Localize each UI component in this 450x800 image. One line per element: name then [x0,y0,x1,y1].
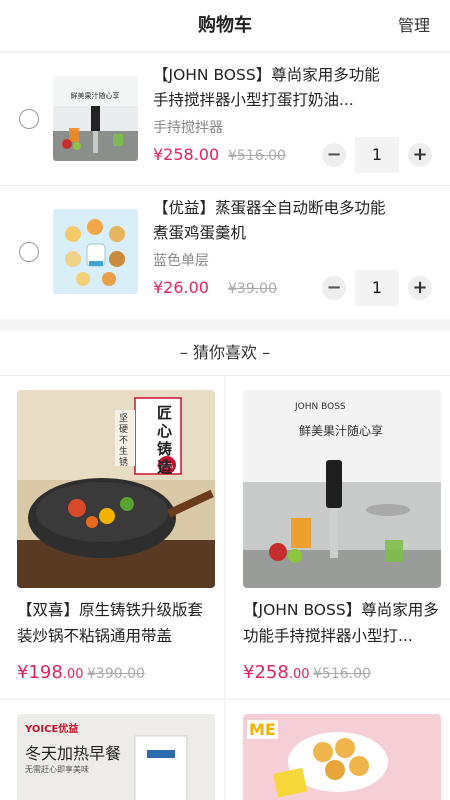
quantity-stepper: − 1 + [322,137,432,173]
item-price: ¥258.00 [153,145,220,164]
image-caption-main: 鲜美果汁随心享 [299,424,384,438]
manage-button[interactable]: 管理 [398,0,430,52]
item-spec[interactable]: 蓝色单层 [153,250,209,270]
product-price: ¥258.00 [243,662,310,683]
recommend-title: – 猜你喜欢 – [0,330,450,376]
product-card[interactable]: YOICE优益 冬天加热早餐 无需赶心即享美味 [0,700,224,800]
select-radio[interactable] [19,242,39,262]
product-price: ¥198.00 [17,662,84,683]
brand-logo: YOICE优益 [25,724,79,735]
decrease-button[interactable]: − [322,276,346,300]
quantity-input[interactable]: 1 [355,270,399,306]
item-spec[interactable]: 手持搅拌器 [153,117,223,137]
item-price: ¥26.00 [153,278,209,297]
decrease-button[interactable]: − [322,143,346,167]
product-card[interactable]: 新品 匠心铸造 坚硬不生锈 【双喜】原生铸铁升级版套装炒锅不粘锅通用带盖 ¥19… [0,376,224,698]
svg-text:鲜美果汁随心享: 鲜美果汁随心享 [71,91,120,100]
item-title[interactable]: 【优益】蒸蛋器全自动断电多功能煮蛋鸡蛋羹机 [153,196,393,246]
item-title[interactable]: 【JOHN BOSS】尊尚家用多功能手持搅拌器小型打蛋打奶油... [153,63,393,113]
cart-item[interactable]: 鲜美果汁随心享 【JOHN BOSS】尊尚家用多功能手持搅拌器小型打蛋打奶油..… [0,53,450,186]
product-image[interactable]: JOHN BOSS 鲜美果汁随心享 [243,390,441,588]
app: 购物车 管理 鲜美果汁随心享 【JOHN BOSS】尊尚家用多功能手持搅拌器小型… [0,0,450,800]
cart-list: 鲜美果汁随心享 【JOHN BOSS】尊尚家用多功能手持搅拌器小型打蛋打奶油..… [0,53,450,319]
product-image[interactable]: 新品 匠心铸造 坚硬不生锈 [17,390,215,588]
image-caption-sub: 无需赶心即享美味 [25,765,89,774]
brand-caption: JOHN BOSS [295,402,346,412]
product-title[interactable]: 【双喜】原生铸铁升级版套装炒锅不粘锅通用带盖 [17,597,217,649]
image-caption-main: 匠心铸造 [157,404,173,476]
top-bar: 购物车 管理 [0,0,450,52]
product-thumbnail[interactable] [53,209,138,294]
increase-button[interactable]: + [408,143,432,167]
cart-item[interactable]: 【优益】蒸蛋器全自动断电多功能煮蛋鸡蛋羹机 蓝色单层 ¥26.00 ¥39.00… [0,186,450,319]
item-original-price: ¥516.00 [228,148,286,164]
item-original-price: ¥39.00 [228,281,277,297]
product-thumbnail[interactable]: 鲜美果汁随心享 [53,76,138,161]
product-image[interactable]: YOICE优益 冬天加热早餐 无需赶心即享美味 [17,714,215,800]
product-card[interactable]: JOHN BOSS 鲜美果汁随心享 【JOHN BOSS】尊尚家用多功能手持搅拌… [226,376,450,698]
image-caption-sub: 坚硬不生锈 [119,414,129,468]
quantity-stepper: − 1 + [322,270,432,306]
product-card[interactable]: ME [226,700,450,800]
select-radio[interactable] [19,109,39,129]
product-title[interactable]: 【JOHN BOSS】尊尚家用多功能手持搅拌器小型打... [243,597,443,649]
quantity-input[interactable]: 1 [355,137,399,173]
image-caption-main: 冬天加热早餐 [25,744,122,763]
increase-button[interactable]: + [408,276,432,300]
product-original-price: ¥390.00 [87,666,145,682]
product-image[interactable]: ME [243,714,441,800]
page-title: 购物车 [198,15,252,36]
product-original-price: ¥516.00 [313,666,371,682]
brand-logo: ME [247,720,278,739]
